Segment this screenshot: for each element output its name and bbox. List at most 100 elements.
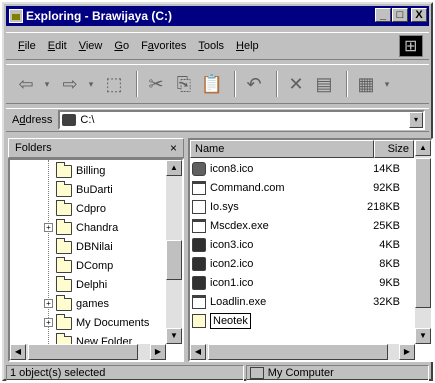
address-dropdown-button[interactable]: ▾ xyxy=(409,112,423,128)
window-controls: _ □ X xyxy=(374,8,427,22)
file-row[interactable]: icon2.ico 8KB xyxy=(190,255,415,273)
tree-item-games[interactable]: games xyxy=(56,294,109,313)
tree-item-label: Chandra xyxy=(76,222,119,234)
expand-chandra-icon[interactable]: + xyxy=(44,223,53,232)
file-size: 92KB xyxy=(373,182,400,194)
folders-pane-close-button[interactable]: × xyxy=(170,141,177,155)
title-bar[interactable]: Exploring - Brawijaya (C:) _ □ X xyxy=(6,6,429,26)
status-location: My Computer xyxy=(245,365,429,381)
status-location-label: My Computer xyxy=(267,367,334,379)
menu-go[interactable]: Go xyxy=(108,40,135,52)
rename-input[interactable]: Neotek xyxy=(210,313,251,329)
menu-favorites[interactable]: Favorites xyxy=(135,40,192,52)
forward-dropdown-icon[interactable]: ▾ xyxy=(86,71,96,97)
scroll-down-arrow-icon[interactable]: ▼ xyxy=(166,328,182,344)
scroll-thumb[interactable] xyxy=(166,240,182,280)
scroll-down-arrow-icon[interactable]: ▼ xyxy=(415,328,431,344)
tree-item-label: DComp xyxy=(76,260,114,272)
tree-item-label: Delphi xyxy=(76,279,108,291)
column-header-name[interactable]: Name xyxy=(190,140,374,158)
tree-item-dcomp[interactable]: DComp xyxy=(56,256,114,275)
toolbar-separator xyxy=(234,71,236,97)
views-dropdown-icon[interactable]: ▾ xyxy=(382,71,392,97)
back-dropdown-icon[interactable]: ▾ xyxy=(42,71,52,97)
maximize-button[interactable]: □ xyxy=(392,8,408,22)
back-button[interactable]: ⇦ xyxy=(14,71,38,97)
views-button[interactable]: ▦ xyxy=(354,71,378,97)
toolbar-separator xyxy=(136,71,138,97)
address-input[interactable]: C:\ ▾ xyxy=(58,110,425,130)
drive-icon xyxy=(62,114,77,126)
menu-file[interactable]: File xyxy=(12,40,42,52)
minimize-button[interactable]: _ xyxy=(375,8,391,22)
folder-icon xyxy=(56,218,72,235)
file-size: 32KB xyxy=(373,296,400,308)
file-name: icon3.ico xyxy=(210,239,254,251)
folder-tree-hscrollbar[interactable]: ◀ ▶ xyxy=(10,344,166,360)
file-list-vscrollbar[interactable]: ▲ ▼ xyxy=(415,140,431,344)
file-name: icon1.ico xyxy=(210,277,254,289)
file-row[interactable]: Mscdex.exe 25KB xyxy=(190,217,415,235)
file-row[interactable]: icon1.ico 9KB xyxy=(190,274,415,292)
file-row-renaming[interactable]: Neotek xyxy=(190,312,415,330)
scroll-left-arrow-icon[interactable]: ◀ xyxy=(10,344,26,360)
file-name: Io.sys xyxy=(210,201,239,213)
folder-tree-vscrollbar[interactable]: ▲ ▼ xyxy=(166,160,182,344)
icon-file-icon xyxy=(192,257,206,271)
status-bar: 1 object(s) selected My Computer xyxy=(6,364,429,382)
tree-item-my-documents[interactable]: My Documents xyxy=(56,313,150,332)
close-button[interactable]: X xyxy=(411,8,427,22)
forward-button[interactable]: ⇨ xyxy=(58,71,82,97)
scroll-up-arrow-icon[interactable]: ▲ xyxy=(415,140,431,156)
scroll-up-arrow-icon[interactable]: ▲ xyxy=(166,160,182,176)
up-folder-button[interactable]: ⬚ xyxy=(102,71,126,97)
column-header-size[interactable]: Size xyxy=(374,140,414,158)
expand-my-documents-icon[interactable]: + xyxy=(44,318,53,327)
scroll-thumb[interactable] xyxy=(415,158,431,308)
file-row[interactable]: Io.sys 218KB xyxy=(190,198,415,216)
file-name: icon8.ico xyxy=(210,163,254,175)
scroll-left-arrow-icon[interactable]: ◀ xyxy=(190,344,206,360)
menu-tools[interactable]: Tools xyxy=(192,40,230,52)
undo-button[interactable]: ↶ xyxy=(242,71,266,97)
file-list-pane: Name Size icon8.ico 14KB Command.com 92K… xyxy=(188,138,433,362)
status-selection: 1 object(s) selected xyxy=(6,365,244,381)
scroll-thumb[interactable] xyxy=(208,344,388,360)
tree-item-cdpro[interactable]: Cdpro xyxy=(56,199,106,218)
folder-icon xyxy=(56,180,72,197)
tree-item-label: My Documents xyxy=(76,317,150,329)
toolbar: ⇦ ▾ ⇨ ▾ ⬚ ✂ ⎘ 📋 ↶ ✕ ▤ ▦ ▾ xyxy=(6,64,429,104)
file-list-hscrollbar[interactable]: ◀ ▶ xyxy=(190,344,415,360)
scroll-right-arrow-icon[interactable]: ▶ xyxy=(399,344,415,360)
folder-icon xyxy=(56,294,72,311)
copy-button[interactable]: ⎘ xyxy=(172,71,196,97)
expand-games-icon[interactable]: + xyxy=(44,299,53,308)
file-size: 4KB xyxy=(379,239,400,251)
file-row[interactable]: Loadlin.exe 32KB xyxy=(190,293,415,311)
folders-pane-header: Folders × xyxy=(8,138,184,158)
file-row[interactable]: icon8.ico 14KB xyxy=(190,160,415,178)
folder-icon xyxy=(56,161,72,178)
scroll-thumb[interactable] xyxy=(28,344,138,360)
delete-button[interactable]: ✕ xyxy=(284,71,308,97)
scroll-right-arrow-icon[interactable]: ▶ xyxy=(150,344,166,360)
menu-help[interactable]: Help xyxy=(230,40,265,52)
tree-item-billing[interactable]: Billing xyxy=(56,161,105,180)
program-file-icon xyxy=(192,219,206,233)
menu-view[interactable]: View xyxy=(73,40,109,52)
my-documents-folder-icon xyxy=(56,313,72,330)
paste-button[interactable]: 📋 xyxy=(200,71,224,97)
file-row[interactable]: icon3.ico 4KB xyxy=(190,236,415,254)
tree-item-budarti[interactable]: BuDarti xyxy=(56,180,113,199)
properties-button[interactable]: ▤ xyxy=(312,71,336,97)
explorer-app-icon[interactable] xyxy=(9,9,23,23)
tree-item-chandra[interactable]: Chandra xyxy=(56,218,119,237)
file-row[interactable]: Command.com 92KB xyxy=(190,179,415,197)
tree-item-dbnilai[interactable]: DBNilai xyxy=(56,237,113,256)
file-size: 218KB xyxy=(366,201,400,213)
program-file-icon xyxy=(192,295,206,309)
folder-icon xyxy=(56,275,72,292)
tree-item-delphi[interactable]: Delphi xyxy=(56,275,108,294)
cut-button[interactable]: ✂ xyxy=(144,71,168,97)
menu-edit[interactable]: Edit xyxy=(42,40,73,52)
